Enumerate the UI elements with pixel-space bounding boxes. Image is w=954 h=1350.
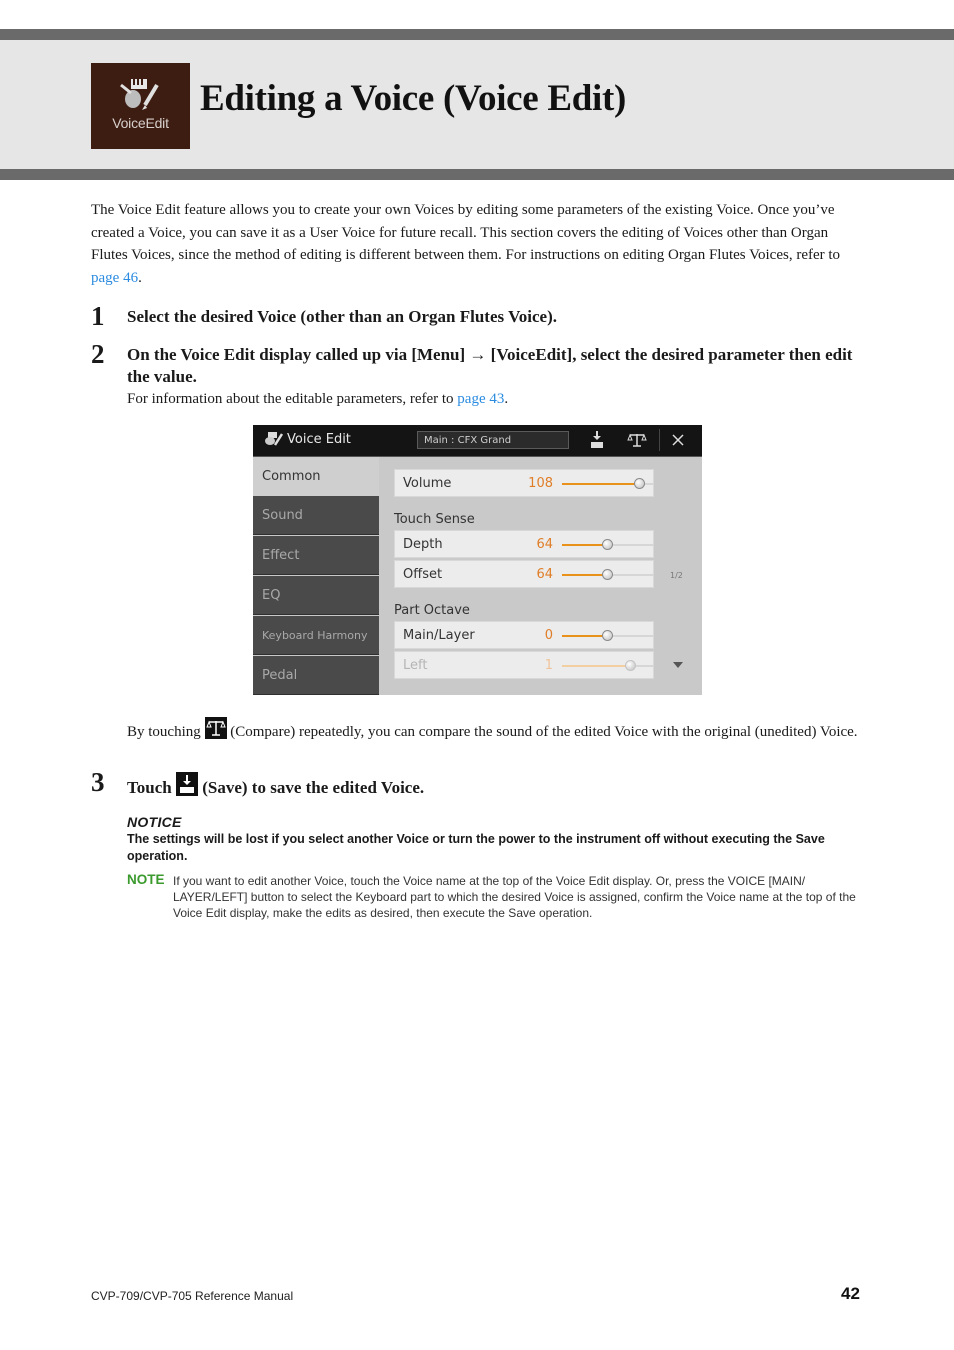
param-value: 108	[528, 476, 553, 491]
param-main-layer[interactable]: Main/Layer 0	[394, 621, 654, 649]
compare-text-after: (Compare) repeatedly, you can compare th…	[230, 724, 858, 740]
step-3-text-before: Touch	[127, 778, 172, 797]
header-separator	[659, 429, 660, 451]
param-slider[interactable]	[562, 478, 654, 489]
page-46-link[interactable]: page 46	[91, 270, 138, 286]
param-slider[interactable]	[562, 630, 654, 641]
section-part-octave: Part Octave	[394, 603, 470, 618]
step-2-subtext-end: .	[504, 391, 509, 407]
instrument-edit-icon	[120, 79, 159, 110]
voice-name-field[interactable]: Main : CFX Grand	[417, 431, 569, 449]
param-name: Depth	[403, 537, 443, 552]
note-label: NOTE	[127, 872, 165, 887]
slider-fill	[562, 665, 631, 667]
tab-eq[interactable]: EQ	[253, 576, 379, 615]
tab-common[interactable]: Common	[253, 457, 379, 496]
voice-edit-screen: Voice Edit Main : CFX Grand Common Sound…	[253, 425, 702, 695]
page-43-link[interactable]: page 43	[457, 391, 504, 407]
step-2-subtext-body: For information about the editable param…	[127, 391, 458, 407]
param-name: Left	[403, 658, 428, 673]
footer-page-number: 42	[841, 1284, 860, 1303]
notice-title: NOTICE	[127, 814, 182, 830]
param-name: Main/Layer	[403, 628, 475, 643]
slider-fill	[562, 483, 641, 485]
compare-paragraph: By touching (Compare) repeatedly, you ca…	[127, 717, 867, 742]
tab-keyboard-harmony[interactable]: Keyboard Harmony	[253, 616, 379, 655]
param-offset[interactable]: Offset 64	[394, 560, 654, 588]
save-icon	[591, 431, 603, 448]
page-indicator: 1/2	[670, 571, 683, 580]
slider-knob	[625, 660, 636, 671]
slider-knob[interactable]	[634, 478, 646, 489]
slider-knob[interactable]	[602, 569, 613, 580]
param-name: Offset	[403, 567, 443, 582]
banner-top-rule	[0, 29, 954, 40]
tab-sound[interactable]: Sound	[253, 496, 379, 535]
page-title: Editing a Voice (Voice Edit)	[200, 78, 627, 119]
voice-edit-icon	[265, 432, 284, 446]
step-3-number: 3	[91, 767, 105, 797]
param-value: 0	[544, 628, 553, 643]
close-icon	[672, 434, 684, 446]
close-button[interactable]	[666, 429, 690, 451]
chapter-icon-label: VoiceEdit	[112, 115, 169, 131]
param-volume[interactable]: Volume 108	[394, 469, 654, 497]
param-slider	[562, 660, 654, 671]
tab-effect[interactable]: Effect	[253, 536, 379, 575]
compare-icon	[627, 433, 647, 447]
step-3-text-after: (Save) to save the edited Voice.	[202, 778, 425, 797]
screen-sidebar: Common Sound Effect EQ Keyboard Harmony …	[253, 457, 379, 695]
intro-paragraph: The Voice Edit feature allows you to cre…	[91, 199, 866, 289]
banner-bottom-rule	[0, 169, 954, 180]
param-left: Left 1	[394, 651, 654, 679]
param-depth[interactable]: Depth 64	[394, 530, 654, 558]
intro-text: The Voice Edit feature allows you to cre…	[91, 202, 841, 263]
save-icon	[175, 772, 198, 796]
tab-pedal[interactable]: Pedal	[253, 656, 379, 695]
param-value: 1	[544, 658, 553, 673]
param-slider[interactable]	[562, 539, 654, 550]
step-3-text: Touch (Save) to save the edited Voice.	[127, 772, 867, 799]
footer-manual-title: CVP-709/CVP-705 Reference Manual	[91, 1289, 294, 1303]
compare-text-before: By touching	[127, 724, 201, 740]
param-name: Volume	[403, 476, 452, 491]
compare-icon	[204, 717, 227, 739]
intro-end: .	[138, 269, 142, 286]
slider-knob[interactable]	[602, 630, 613, 641]
notice-text: The settings will be lost if you select …	[127, 832, 825, 863]
slider-knob[interactable]	[602, 539, 613, 550]
note-text: If you want to edit another Voice, touch…	[173, 874, 856, 920]
step-2-text: On the Voice Edit display called up via …	[127, 345, 853, 386]
step-1-text: Select the desired Voice (other than an …	[127, 307, 558, 326]
step-2-number: 2	[91, 339, 105, 369]
voice-edit-chapter-icon: VoiceEdit	[91, 63, 190, 149]
save-button[interactable]	[585, 429, 609, 451]
step-2-subtext: For information about the editable param…	[127, 389, 508, 409]
compare-button[interactable]	[625, 429, 649, 451]
page-down-arrow-icon[interactable]	[673, 662, 683, 668]
screen-title: Voice Edit	[287, 432, 351, 447]
param-value: 64	[536, 537, 553, 552]
param-slider[interactable]	[562, 569, 654, 580]
screen-header: Voice Edit Main : CFX Grand	[253, 425, 702, 457]
step-1-number: 1	[91, 301, 105, 331]
param-value: 64	[536, 567, 553, 582]
section-touch-sense: Touch Sense	[394, 512, 475, 527]
